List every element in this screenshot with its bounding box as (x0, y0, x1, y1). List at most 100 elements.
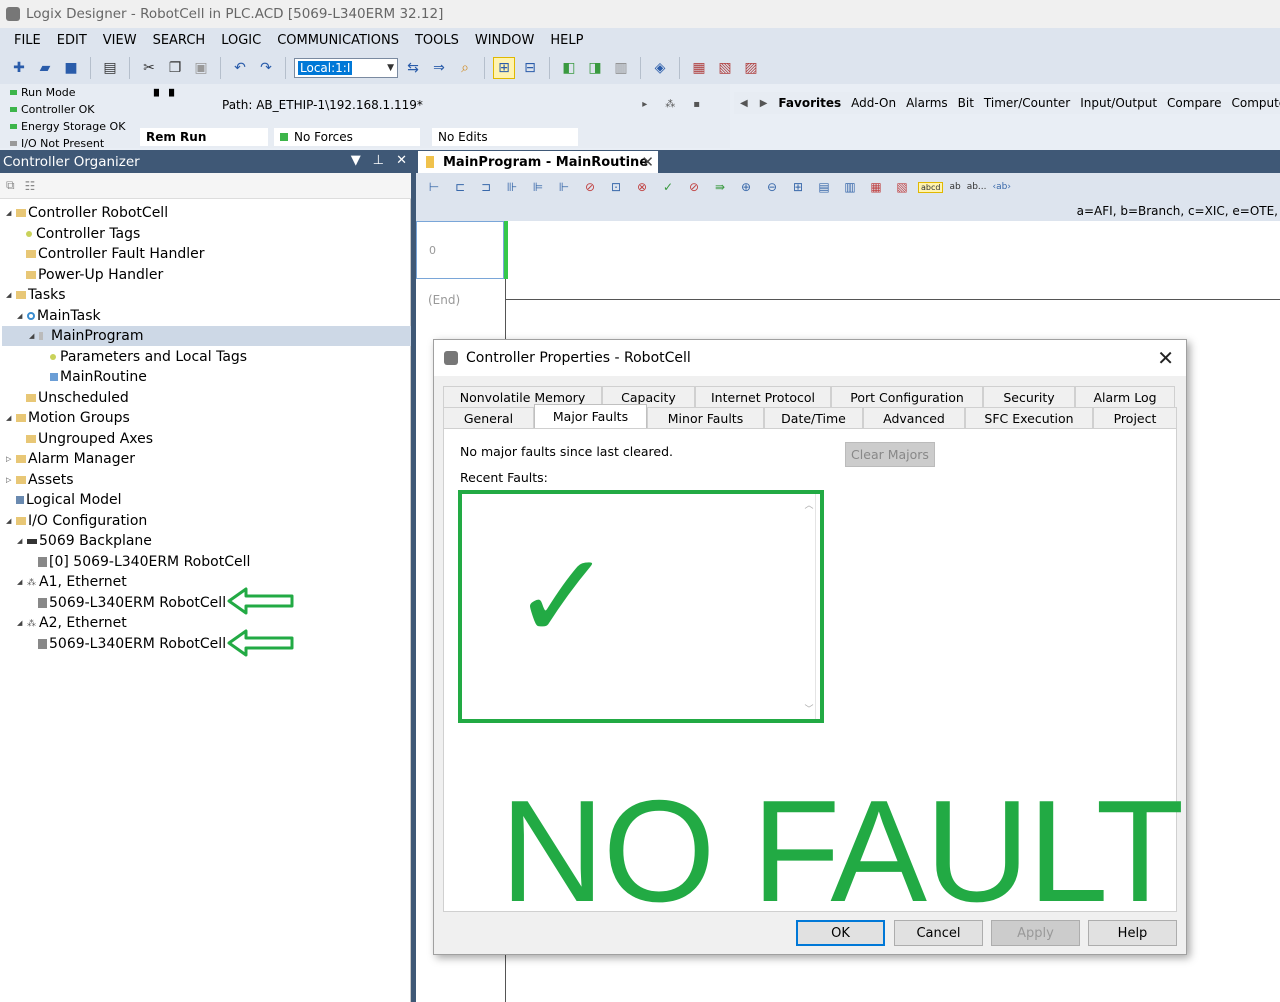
delete-edit-icon[interactable]: ▧ (892, 180, 912, 194)
tree-item-fault-handler[interactable]: Controller Fault Handler (26, 244, 205, 264)
tab-compare[interactable]: Compare (1162, 96, 1226, 110)
tab-minor-faults[interactable]: Minor Faults (647, 407, 764, 428)
menu-file[interactable]: FILE (6, 33, 49, 48)
edits-status[interactable]: No Edits (432, 128, 578, 146)
verify-rung-icon[interactable]: ✓ (658, 180, 678, 194)
tree-item-controller[interactable]: ◢ Controller RobotCell (6, 203, 168, 223)
close-icon[interactable]: ✕ (396, 153, 407, 168)
forces-status[interactable]: No Forces (274, 128, 420, 146)
tab-timer-counter[interactable]: Timer/Counter (979, 96, 1075, 110)
tree-item-controller-module[interactable]: [0] 5069-L340ERM RobotCell (38, 552, 250, 572)
collapsed-icon[interactable]: ▷ (6, 455, 16, 463)
expand-icon[interactable]: ◢ (6, 414, 16, 422)
tab-bit[interactable]: Bit (953, 96, 979, 110)
tree-item-io-configuration[interactable]: ◢ I/O Configuration (6, 511, 147, 531)
tree-item-backplane[interactable]: ◢ 5069 Backplane (17, 531, 152, 551)
rung-0[interactable]: 0 (416, 221, 504, 279)
branch-icon[interactable]: ⊏ (450, 180, 470, 194)
tab-alarm-log[interactable]: Alarm Log (1075, 386, 1175, 407)
open-icon[interactable]: ▰ (34, 57, 56, 79)
tab-port-configuration[interactable]: Port Configuration (831, 386, 983, 407)
security-icon[interactable]: ◈ (649, 57, 671, 79)
new-icon[interactable]: ✚ (8, 57, 30, 79)
tree-item-assets[interactable]: ▷ Assets (6, 470, 74, 490)
branch-level-icon[interactable]: ⊐ (476, 180, 496, 194)
scroll-left-icon[interactable]: ◀ (740, 98, 748, 109)
help-button[interactable]: Help (1088, 920, 1177, 946)
menu-window[interactable]: WINDOW (467, 33, 543, 48)
hierarchy-icon[interactable]: ⊟ (519, 57, 541, 79)
paste-icon[interactable]: ▣ (190, 57, 212, 79)
xio-icon[interactable]: ⊫ (528, 180, 548, 194)
tree-item-ungrouped-axes[interactable]: Ungrouped Axes (26, 429, 153, 449)
tab-major-faults[interactable]: Major Faults (534, 404, 647, 428)
tab-project[interactable]: Project (1093, 407, 1177, 428)
otu-icon[interactable]: ⊡ (606, 180, 626, 194)
accept-icon[interactable]: ▥ (840, 180, 860, 194)
scroll-up-icon[interactable]: ︿ (804, 498, 813, 511)
tree-item-a2-ethernet[interactable]: ◢ ⁂ A2, Ethernet (17, 613, 127, 633)
ab-dropdown[interactable]: ab... (967, 182, 987, 192)
go-to-icon[interactable]: ⇒ (428, 57, 450, 79)
ote-icon[interactable]: ⊩ (554, 180, 574, 194)
expand-icon[interactable]: ◢ (6, 291, 16, 299)
menu-communications[interactable]: COMMUNICATIONS (269, 33, 407, 48)
rem-run-status[interactable]: Rem Run (140, 128, 268, 146)
tree-item-motion-groups[interactable]: ◢ Motion Groups (6, 408, 130, 428)
find-icon[interactable]: ⌕ (454, 57, 476, 79)
tree-item-unscheduled[interactable]: Unscheduled (26, 388, 129, 408)
tree-item-a1-module[interactable]: 5069-L340ERM RobotCell (38, 593, 226, 613)
grid-icon[interactable]: ⊞ (788, 180, 808, 194)
tab-date-time[interactable]: Date/Time (764, 407, 863, 428)
module-add-icon[interactable]: ▧ (714, 57, 736, 79)
expand-icon[interactable]: ◢ (17, 312, 27, 320)
redo-icon[interactable]: ↷ (255, 57, 277, 79)
save-icon[interactable]: ■ (60, 57, 82, 79)
scrollbar[interactable]: ︿ ﹀ (802, 498, 816, 715)
tab-add-on[interactable]: Add-On (846, 96, 901, 110)
download-icon[interactable]: ▥ (610, 57, 632, 79)
clear-majors-button[interactable]: Clear Majors (845, 442, 935, 467)
tab-favorites[interactable]: Favorites (773, 96, 846, 110)
abcd-toggle[interactable]: abcd (918, 181, 944, 193)
tree-item-alarm-manager[interactable]: ▷ Alarm Manager (6, 449, 135, 469)
tree-item-controller-tags[interactable]: Controller Tags (26, 224, 140, 244)
menu-logic[interactable]: LOGIC (213, 33, 269, 48)
xic-icon[interactable]: ⊪ (502, 180, 522, 194)
tree-item-a2-module[interactable]: 5069-L340ERM RobotCell (38, 634, 226, 654)
menu-search[interactable]: SEARCH (145, 33, 214, 48)
tree-item-maintask[interactable]: ◢ MainTask (17, 306, 101, 326)
verify-icon[interactable]: ◧ (558, 57, 580, 79)
expand-icon[interactable]: ◢ (6, 209, 16, 217)
module-config-icon[interactable]: ▨ (740, 57, 762, 79)
menu-view[interactable]: VIEW (95, 33, 145, 48)
go-online-icon[interactable]: ⇆ (402, 57, 424, 79)
cancel-button[interactable]: Cancel (894, 920, 983, 946)
tree-item-params-local-tags[interactable]: Parameters and Local Tags (50, 347, 247, 367)
scroll-right-icon[interactable]: ▶ (760, 98, 768, 109)
module-icon[interactable]: ▦ (688, 57, 710, 79)
undo-icon[interactable]: ↶ (229, 57, 251, 79)
expand-icon[interactable]: ◢ (6, 517, 16, 525)
error-icon[interactable]: ⊘ (684, 180, 704, 194)
tab-mainroutine[interactable]: MainProgram - MainRoutine ✕ (418, 151, 658, 173)
tree-item-mainroutine[interactable]: MainRoutine (50, 367, 147, 387)
close-icon[interactable]: ✕ (1157, 346, 1174, 370)
ok-button[interactable]: OK (796, 920, 885, 946)
zoom-out-icon[interactable]: ⊖ (762, 180, 782, 194)
tree-view-icon[interactable]: ⊞ (493, 57, 515, 79)
tree-item-powerup-handler[interactable]: Power-Up Handler (26, 265, 163, 285)
scroll-down-icon[interactable]: ﹀ (804, 702, 813, 715)
tab-internet-protocol[interactable]: Internet Protocol (695, 386, 831, 407)
menu-help[interactable]: HELP (542, 33, 591, 48)
tree-item-tasks[interactable]: ◢ Tasks (6, 285, 66, 305)
rung-icon[interactable]: ⊢ (424, 180, 444, 194)
tab-alarms[interactable]: Alarms (901, 96, 953, 110)
tree-item-mainprogram[interactable]: ◢ MainProgram (2, 326, 411, 346)
path-combo[interactable]: Local:1:I ▼ (294, 58, 398, 78)
tab-advanced[interactable]: Advanced (863, 407, 965, 428)
tab-security[interactable]: Security (983, 386, 1075, 407)
ab-toggle[interactable]: ab (949, 182, 960, 192)
close-icon[interactable]: ✕ (641, 153, 654, 171)
expand-icon[interactable]: ◢ (17, 619, 27, 627)
